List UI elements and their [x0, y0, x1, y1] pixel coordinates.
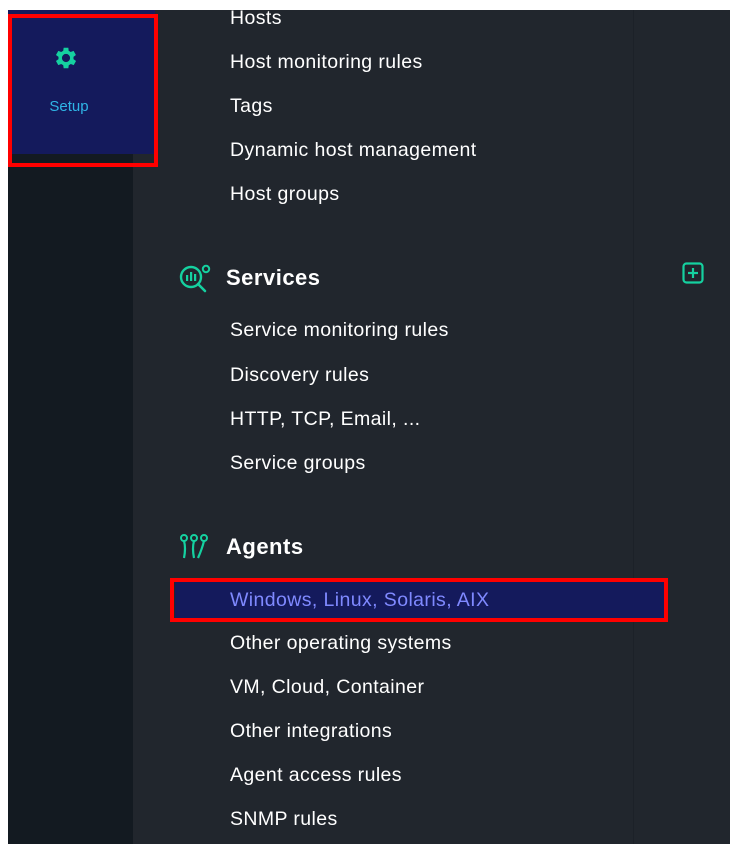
setup-nav-label: Setup — [49, 98, 89, 115]
services-icon — [179, 264, 211, 293]
menu-item-host-groups[interactable]: Host groups — [230, 179, 340, 209]
agents-icon — [180, 534, 208, 559]
menu-item-discovery-rules[interactable]: Discovery rules — [230, 360, 369, 390]
menu-item-service-groups[interactable]: Service groups — [230, 448, 366, 478]
menu-item-vm-cloud-container[interactable]: VM, Cloud, Container — [230, 672, 424, 702]
menu-item-service-monitoring-rules[interactable]: Service monitoring rules — [230, 315, 449, 345]
menu-item-windows-linux-solaris-aix[interactable]: Windows, Linux, Solaris, AIX — [175, 581, 666, 619]
gear-icon — [55, 47, 77, 69]
setup-nav-button[interactable]: Setup — [8, 10, 155, 154]
panel-divider — [633, 10, 634, 844]
menu-item-label: Windows, Linux, Solaris, AIX — [230, 589, 490, 611]
agents-section-title: Agents — [226, 534, 304, 559]
menu-item-dynamic-host-management[interactable]: Dynamic host management — [230, 135, 477, 165]
menu-item-host-monitoring-rules[interactable]: Host monitoring rules — [230, 47, 423, 77]
services-section-title: Services — [226, 265, 321, 290]
setup-menu-panel: Setup Hosts Host monitoring rules Tags D… — [8, 10, 730, 844]
menu-item-tags[interactable]: Tags — [230, 91, 273, 121]
menu-item-http-tcp-email[interactable]: HTTP, TCP, Email, ... — [230, 404, 420, 434]
menu-item-agent-access-rules[interactable]: Agent access rules — [230, 760, 402, 790]
menu-item-other-operating-systems[interactable]: Other operating systems — [230, 628, 452, 658]
agents-section-header: Agents — [178, 530, 304, 564]
menu-item-hosts[interactable]: Hosts — [230, 10, 282, 33]
menu-item-snmp-rules[interactable]: SNMP rules — [230, 804, 338, 834]
services-section-header: Services — [178, 261, 321, 295]
menu-item-other-integrations[interactable]: Other integrations — [230, 716, 392, 746]
plus-square-icon[interactable] — [682, 262, 704, 284]
